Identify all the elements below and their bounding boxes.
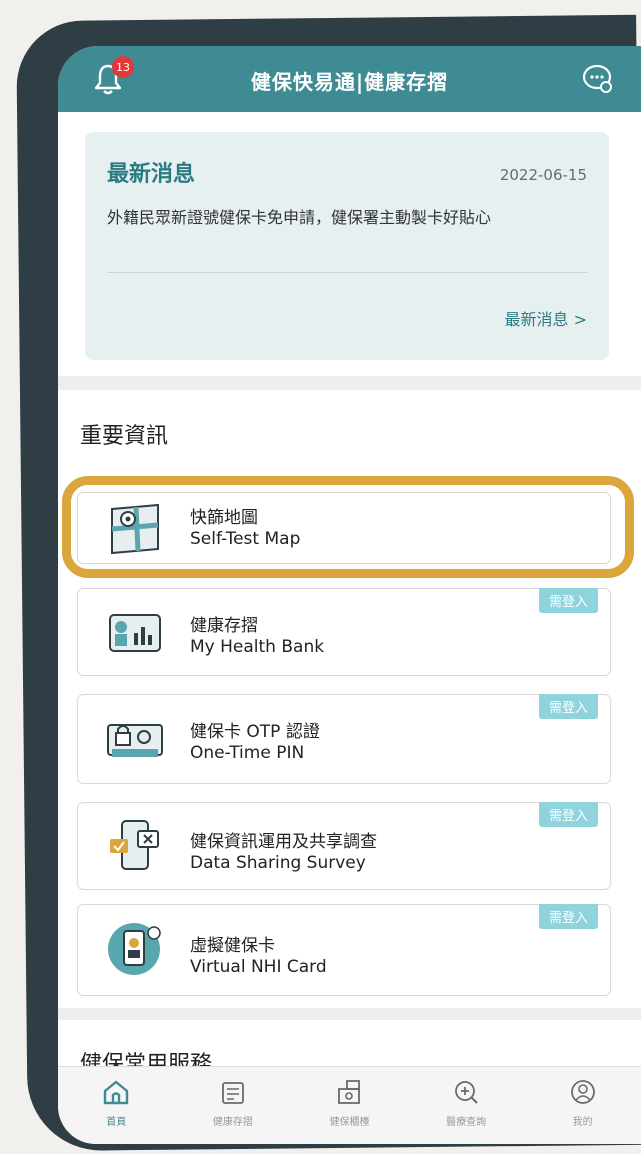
nav-home[interactable]: 首頁 <box>58 1067 175 1144</box>
section-separator <box>58 1008 641 1020</box>
home-icon <box>104 1080 129 1105</box>
passbook-icon <box>221 1082 244 1104</box>
page-title: 健保快易通|健康存摺 <box>250 70 449 94</box>
nav-label: 健康存摺 <box>212 1117 253 1128</box>
highlight-outline <box>62 476 634 578</box>
list-item-otp[interactable]: 需登入 健保卡 OTP 認證 One-Time PIN <box>77 694 611 784</box>
news-card[interactable]: 最新消息 2022-06-15 外籍民眾新證號健保卡免申請，健保署主動製卡好貼心… <box>85 132 609 360</box>
login-required-badge: 需登入 <box>538 904 598 929</box>
divider <box>107 272 587 273</box>
otp-lock-icon <box>107 724 163 757</box>
bottom-nav: 首頁 健康存摺 健保櫃檯 醫療查詢 我的 <box>58 1066 641 1144</box>
chat-bubble-icon[interactable] <box>581 62 615 96</box>
news-title: 最新消息 <box>107 162 196 187</box>
app-screen: 13 健保快易通|健康存摺 最新消息 2022-06-15 外籍民眾新證號健保卡… <box>58 46 641 1144</box>
login-required-badge: 需登入 <box>538 694 598 719</box>
list-item-data-sharing-survey[interactable]: 需登入 健保資訊運用及共享調查 Data Sharing Survey <box>77 802 611 890</box>
item-title-zh: 健保卡 OTP 認證 <box>190 722 320 742</box>
nav-profile[interactable]: 我的 <box>524 1067 641 1144</box>
phone-survey-icon <box>110 820 159 870</box>
news-headline[interactable]: 外籍民眾新證號健保卡免申請，健保署主動製卡好貼心 <box>107 208 587 228</box>
list-item-health-bank[interactable]: 需登入 健康存摺 My Health Bank <box>77 588 611 676</box>
item-title-en: One-Time PIN <box>190 743 305 763</box>
list-item-virtual-nhi-card[interactable]: 需登入 虛擬健保卡 Virtual NHI Card <box>77 904 611 996</box>
virtual-card-icon <box>108 923 161 975</box>
item-title-zh: 健保資訊運用及共享調查 <box>190 832 377 852</box>
nav-label: 醫療查詢 <box>446 1117 487 1128</box>
login-required-badge: 需登入 <box>538 802 598 827</box>
nav-counter[interactable]: 健保櫃檯 <box>291 1067 408 1144</box>
item-title-zh: 虛擬健保卡 <box>190 936 275 956</box>
nav-medical-search[interactable]: 醫療查詢 <box>408 1067 525 1144</box>
profile-icon <box>570 1080 595 1104</box>
nav-label: 我的 <box>572 1117 593 1128</box>
item-title-en: Virtual NHI Card <box>190 957 327 977</box>
section-separator <box>58 376 641 390</box>
nav-health-bank[interactable]: 健康存摺 <box>175 1067 292 1144</box>
health-bank-icon <box>109 614 161 652</box>
item-title-en: My Health Bank <box>190 637 325 657</box>
medical-search-icon <box>455 1081 478 1104</box>
item-title-en: Data Sharing Survey <box>190 853 366 873</box>
login-required-badge: 需登入 <box>538 588 598 613</box>
nav-label: 健保櫃檯 <box>329 1117 370 1128</box>
item-title-zh: 健康存摺 <box>190 616 258 636</box>
app-header: 13 健保快易通|健康存摺 <box>58 46 641 112</box>
news-more-link[interactable]: 最新消息 > <box>505 306 588 330</box>
section-title-important: 重要資訊 <box>80 424 169 449</box>
nav-label: 首頁 <box>106 1117 127 1128</box>
counter-icon <box>338 1080 361 1104</box>
news-date: 2022-06-15 <box>499 166 587 184</box>
